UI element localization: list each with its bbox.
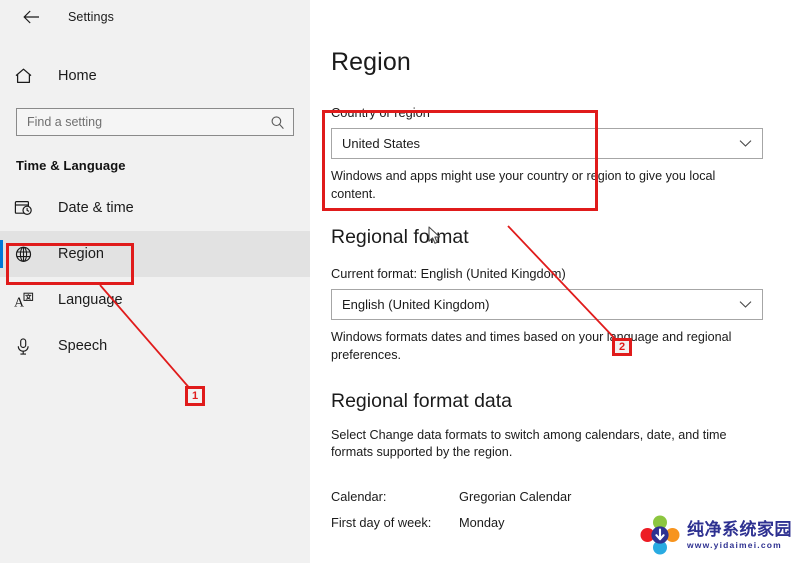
sidebar-item-speech[interactable]: Speech xyxy=(0,323,310,369)
microphone-icon xyxy=(14,337,44,356)
watermark-text: 纯净系统家园 www.yidaimei.com xyxy=(687,521,792,550)
regional-format-heading: Regional format xyxy=(331,225,469,248)
country-or-region-label: Country or region xyxy=(331,105,430,120)
main-content: Region Country or region United States W… xyxy=(310,0,800,563)
chevron-down-icon[interactable] xyxy=(739,139,752,148)
watermark-name: 纯净系统家园 xyxy=(687,519,792,539)
search-box[interactable] xyxy=(16,108,294,136)
watermark-url: www.yidaimei.com xyxy=(687,539,782,550)
current-format-label: Current format: English (United Kingdom) xyxy=(331,265,566,281)
title-bar: Settings xyxy=(0,0,310,34)
svg-text:A: A xyxy=(14,295,25,310)
calendar-value: Gregorian Calendar xyxy=(459,489,572,505)
regional-format-help: Windows formats dates and times based on… xyxy=(331,329,732,362)
settings-window: Settings Home Time & Language xyxy=(0,0,800,563)
regional-format-section: Regional format Current format: English … xyxy=(331,226,800,365)
watermark-logo-icon xyxy=(640,515,680,555)
country-or-region-section: Country or region United States Windows … xyxy=(331,105,800,204)
sidebar-item-date-time-label: Date & time xyxy=(58,200,134,216)
sidebar-item-language-label: Language xyxy=(58,292,123,308)
sidebar-item-region[interactable]: Region xyxy=(0,231,310,277)
sidebar-item-date-time[interactable]: Date & time xyxy=(0,185,310,231)
sidebar-item-home-label: Home xyxy=(58,68,97,84)
country-or-region-help: Windows and apps might use your country … xyxy=(331,169,716,201)
sidebar-item-speech-label: Speech xyxy=(58,338,108,354)
sidebar: Settings Home Time & Language xyxy=(0,0,310,563)
sidebar-item-region-label: Region xyxy=(58,246,104,262)
back-arrow-icon[interactable] xyxy=(14,3,48,31)
calendar-clock-icon xyxy=(14,199,44,217)
regional-format-value: English (United Kingdom) xyxy=(342,296,490,312)
sidebar-nav-list: Date & time Region A Language Speech xyxy=(0,185,310,369)
sidebar-item-home[interactable]: Home xyxy=(0,58,310,94)
app-title: Settings xyxy=(68,10,114,24)
annotation-badge-2: 2 xyxy=(612,338,632,356)
country-or-region-dropdown[interactable]: United States xyxy=(331,128,763,159)
globe-icon xyxy=(14,245,44,264)
search-icon[interactable] xyxy=(270,115,285,130)
annotation-badge-1: 1 xyxy=(185,386,205,406)
country-or-region-value: United States xyxy=(342,136,421,151)
chevron-down-icon[interactable] xyxy=(739,300,752,309)
sidebar-item-language[interactable]: A Language xyxy=(0,277,310,323)
first-day-key: First day of week: xyxy=(331,515,432,531)
table-row: Calendar: Gregorian Calendar xyxy=(331,484,800,510)
calendar-key: Calendar: xyxy=(331,489,387,505)
sidebar-group-title: Time & Language xyxy=(16,158,126,173)
language-icon: A xyxy=(14,291,44,310)
home-icon xyxy=(14,67,44,85)
watermark: 纯净系统家园 www.yidaimei.com xyxy=(640,515,792,555)
regional-format-data-heading: Regional format data xyxy=(331,389,513,412)
search-input[interactable] xyxy=(27,115,270,129)
first-day-value: Monday xyxy=(459,515,505,531)
regional-format-data-help: Select Change data formats to switch amo… xyxy=(331,427,727,460)
regional-format-dropdown[interactable]: English (United Kingdom) xyxy=(331,288,763,320)
page-title: Region xyxy=(331,48,411,76)
